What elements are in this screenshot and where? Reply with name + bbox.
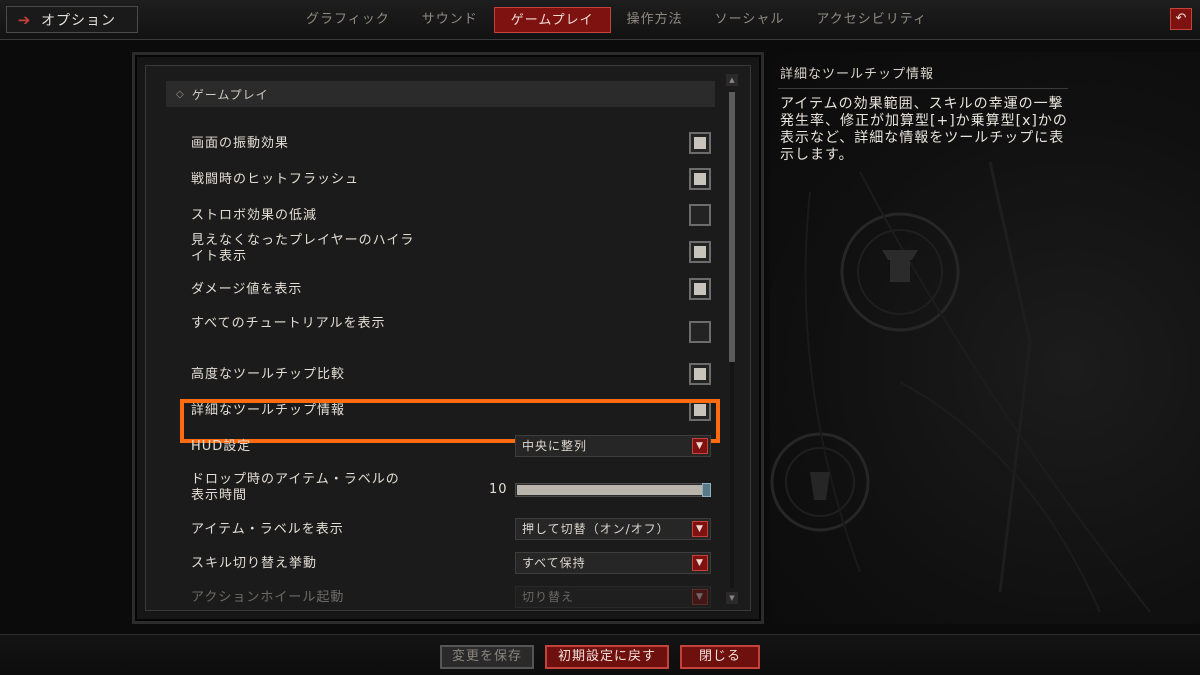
setting-label: ダメージ値を表示 bbox=[191, 282, 303, 297]
setting-label: 画面の振動効果 bbox=[191, 136, 290, 151]
setting-checkbox-hit-flash[interactable] bbox=[689, 168, 711, 190]
dropdown-value: 押して切替（オン/オフ） bbox=[522, 522, 670, 536]
tab-graphics[interactable]: グラフィック bbox=[290, 7, 406, 33]
dropdown-hud-layout[interactable]: 中央に整列 ▼ bbox=[515, 435, 711, 457]
description-title: 詳細なツールチップ情報 bbox=[780, 67, 935, 82]
section-header-label: ゲームプレイ bbox=[191, 87, 269, 102]
dropdown-skill-swap[interactable]: すべて保持 ▼ bbox=[515, 552, 711, 574]
setting-row-show-item-labels: アイテム・ラベルを表示 押して切替（オン/オフ） ▼ bbox=[191, 518, 711, 542]
setting-row-hit-flash: 戦闘時のヒットフラッシュ bbox=[191, 168, 711, 192]
settings-panel: ◇ ゲームプレイ 画面の振動効果 戦闘時のヒットフラッシュ ストロボ効果の低減 … bbox=[132, 52, 764, 624]
setting-label: スキル切り替え挙動 bbox=[191, 556, 318, 571]
setting-checkbox-hidden-player-highlight[interactable] bbox=[689, 241, 711, 263]
slider-item-label-duration[interactable]: 10 bbox=[489, 479, 711, 501]
setting-label: HUD設定 bbox=[191, 439, 252, 454]
dropdown-caret-icon: ▼ bbox=[692, 438, 708, 454]
tab-bar: グラフィック サウンド ゲームプレイ 操作方法 ソーシャル アクセシビリティ bbox=[290, 7, 943, 33]
tab-controls[interactable]: 操作方法 bbox=[611, 7, 699, 33]
scroll-up-icon[interactable]: ▲ bbox=[726, 74, 738, 86]
setting-checkbox-advanced-tooltip-compare[interactable] bbox=[689, 363, 711, 385]
back-arrow-icon: ↶ bbox=[1175, 11, 1187, 26]
setting-row-hidden-player-highlight: 見えなくなったプレイヤーのハイライト表示 bbox=[191, 232, 711, 268]
tab-social[interactable]: ソーシャル bbox=[699, 7, 801, 33]
options-arrow-icon: ➔ bbox=[17, 10, 31, 29]
settings-list[interactable]: ◇ ゲームプレイ 画面の振動効果 戦闘時のヒットフラッシュ ストロボ効果の低減 … bbox=[145, 65, 751, 611]
scrollbar[interactable]: ▲ ▼ bbox=[726, 74, 738, 604]
dropdown-action-wheel[interactable]: 切り替え ▼ bbox=[515, 586, 711, 608]
options-title-box: ➔ オプション bbox=[6, 6, 138, 33]
section-header-gameplay: ◇ ゲームプレイ bbox=[166, 81, 715, 107]
save-changes-button[interactable]: 変更を保存 bbox=[440, 645, 534, 669]
dropdown-value: 切り替え bbox=[522, 590, 575, 604]
setting-checkbox-all-tutorials[interactable] bbox=[689, 321, 711, 343]
setting-checkbox-screen-shake[interactable] bbox=[689, 132, 711, 154]
setting-label: 戦闘時のヒットフラッシュ bbox=[191, 172, 360, 187]
tab-accessibility[interactable]: アクセシビリティ bbox=[800, 7, 943, 33]
setting-row-screen-shake: 画面の振動効果 bbox=[191, 132, 711, 156]
setting-label: アイテム・ラベルを表示 bbox=[191, 522, 344, 537]
slider-track[interactable] bbox=[515, 483, 711, 497]
setting-label: アクションホイール起動 bbox=[191, 590, 345, 605]
scroll-thumb[interactable] bbox=[729, 92, 735, 362]
setting-label: 高度なツールチップ比較 bbox=[191, 367, 346, 382]
window-title: オプション bbox=[41, 12, 116, 29]
setting-row-all-tutorials: すべてのチュートリアルを表示 bbox=[191, 308, 711, 344]
setting-checkbox-damage-numbers[interactable] bbox=[689, 278, 711, 300]
description-body: アイテムの効果範囲、スキルの幸運の一撃発生率、修正が加算型[+]か乗算型[x]か… bbox=[780, 96, 1068, 163]
description-divider bbox=[778, 88, 1068, 89]
dropdown-caret-icon: ▼ bbox=[692, 555, 708, 571]
close-button[interactable]: 閉じる bbox=[680, 645, 760, 669]
setting-label: ストロボ効果の低減 bbox=[191, 208, 318, 223]
setting-row-item-label-duration: ドロップ時のアイテム・ラベルの表示時間 10 bbox=[191, 472, 711, 508]
bottom-bar: 変更を保存 初期設定に戻す 閉じる bbox=[0, 634, 1200, 675]
dropdown-caret-icon: ▼ bbox=[692, 521, 708, 537]
dropdown-show-item-labels[interactable]: 押して切替（オン/オフ） ▼ bbox=[515, 518, 711, 540]
scroll-down-icon[interactable]: ▼ bbox=[726, 592, 738, 604]
setting-row-action-wheel: アクションホイール起動 切り替え ▼ bbox=[191, 586, 711, 610]
setting-row-hud-layout: HUD設定 中央に整列 ▼ bbox=[191, 435, 711, 459]
back-button[interactable]: ↶ bbox=[1170, 8, 1192, 30]
tab-sound[interactable]: サウンド bbox=[406, 7, 494, 33]
slider-fill bbox=[517, 485, 709, 495]
setting-row-strobe-reduction: ストロボ効果の低減 bbox=[191, 204, 711, 228]
section-diamond-icon: ◇ bbox=[176, 88, 184, 100]
setting-checkbox-strobe-reduction[interactable] bbox=[689, 204, 711, 226]
description-panel: 詳細なツールチップ情報 アイテムの効果範囲、スキルの幸運の一撃発生率、修正が加算… bbox=[770, 52, 1200, 624]
dropdown-caret-icon: ▼ bbox=[692, 589, 708, 605]
dropdown-value: すべて保持 bbox=[522, 556, 586, 570]
slider-value: 10 bbox=[489, 482, 508, 497]
setting-row-damage-numbers: ダメージ値を表示 bbox=[191, 278, 711, 302]
top-bar: ➔ オプション グラフィック サウンド ゲームプレイ 操作方法 ソーシャル アク… bbox=[0, 0, 1200, 40]
reset-defaults-button[interactable]: 初期設定に戻す bbox=[545, 645, 669, 669]
setting-row-skill-swap: スキル切り替え挙動 すべて保持 ▼ bbox=[191, 552, 711, 576]
setting-row-advanced-tooltip-compare: 高度なツールチップ比較 bbox=[191, 363, 711, 387]
setting-label: ドロップ時のアイテム・ラベルの表示時間 bbox=[191, 472, 400, 503]
tab-gameplay[interactable]: ゲームプレイ bbox=[493, 7, 611, 33]
setting-label: すべてのチュートリアルを表示 bbox=[191, 316, 386, 331]
slider-handle[interactable] bbox=[702, 483, 711, 497]
dropdown-value: 中央に整列 bbox=[522, 439, 588, 453]
setting-label: 見えなくなったプレイヤーのハイライト表示 bbox=[191, 233, 415, 264]
